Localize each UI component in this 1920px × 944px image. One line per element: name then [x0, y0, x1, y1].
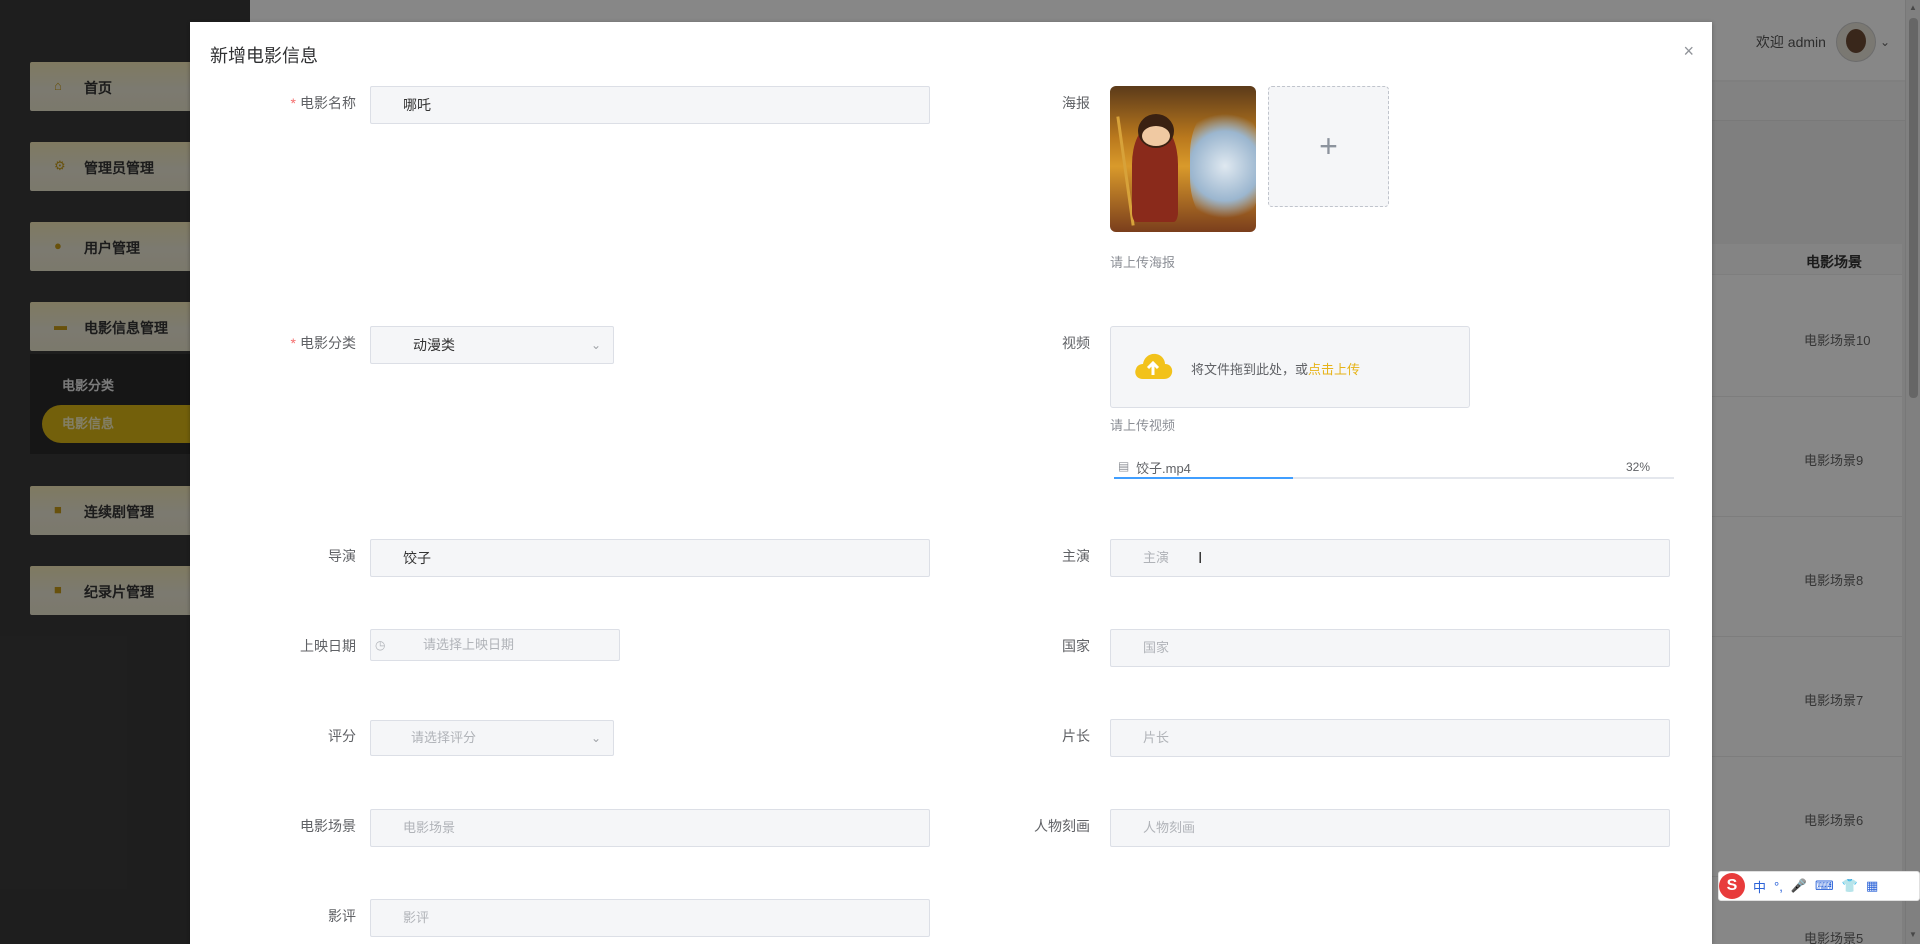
review-input[interactable]: 影评 — [370, 899, 930, 937]
scene-input[interactable]: 电影场景 — [370, 809, 930, 847]
actors-input[interactable]: 主演 — [1110, 539, 1670, 577]
chevron-down-icon: ⌄ — [590, 338, 601, 352]
country-input[interactable]: 国家 — [1110, 629, 1670, 667]
poster-hint: 请上传海报 — [1110, 255, 1176, 270]
rating-label: 评分 — [328, 728, 356, 744]
portrait-label: 人物刻画 — [1034, 818, 1090, 834]
upload-cloud-icon — [1135, 353, 1173, 379]
upload-file-item[interactable]: ▤ 饺子.mp4 32% — [1114, 456, 1674, 484]
rating-placeholder: 请选择评分 — [411, 730, 477, 745]
grid-icon[interactable]: ▦ — [1866, 878, 1878, 894]
director-input[interactable]: 饺子 — [370, 539, 930, 577]
duration-input[interactable]: 片长 — [1110, 719, 1670, 757]
poster-art — [1142, 126, 1170, 146]
ime-punct-toggle[interactable]: °, — [1774, 879, 1783, 894]
dialog-title: 新增电影信息 — [210, 46, 318, 66]
category-value: 动漫类 — [413, 337, 455, 353]
shirt-icon[interactable]: 👕 — [1842, 878, 1858, 894]
name-label: * 电影名称 — [236, 93, 356, 113]
upload-progress — [1114, 477, 1674, 479]
release-date-label: 上映日期 — [300, 638, 356, 654]
add-movie-dialog: 新增电影信息 × * 电影名称 哪吒 * 电影分类 动漫类 ⌄ 导演 饺子 上映日期… — [190, 22, 1712, 944]
microphone-icon[interactable]: 🎤 — [1791, 878, 1807, 894]
portrait-input[interactable]: 人物刻画 — [1110, 809, 1670, 847]
sogou-logo-icon[interactable]: S — [1719, 873, 1745, 899]
poster-thumbnail[interactable] — [1110, 86, 1256, 232]
video-label: 视频 — [1062, 335, 1090, 351]
movie-name-input[interactable]: 哪吒 — [370, 86, 930, 124]
required-mark: * — [290, 95, 296, 111]
required-mark: * — [290, 335, 296, 351]
video-upload-dropzone[interactable]: 将文件拖到此处，或点击上传 — [1110, 326, 1470, 408]
poster-art — [1190, 106, 1256, 226]
poster-label: 海报 — [1062, 95, 1090, 111]
document-icon: ▤ — [1118, 459, 1130, 473]
actors-label: 主演 — [1062, 548, 1090, 564]
rating-select[interactable]: 请选择评分 ⌄ — [370, 720, 614, 756]
close-icon[interactable]: × — [1683, 42, 1694, 60]
scene-label: 电影场景 — [300, 818, 356, 834]
release-date-picker[interactable]: ◷ 请选择上映日期 — [370, 629, 620, 661]
country-label: 国家 — [1062, 638, 1090, 654]
category-label: * 电影分类 — [236, 333, 356, 353]
file-name: 饺子.mp4 — [1136, 461, 1191, 476]
duration-label: 片长 — [1062, 728, 1090, 744]
name-label-text: 电影名称 — [300, 95, 356, 111]
poster-upload-button[interactable]: + — [1268, 86, 1389, 207]
ime-toolbar[interactable]: S 中 °, 🎤 ⌨ 👕 ▦ — [1718, 871, 1920, 901]
drop-text: 将文件拖到此处，或 — [1191, 362, 1309, 377]
director-label: 导演 — [328, 548, 356, 564]
review-label: 影评 — [328, 908, 356, 924]
plus-icon: + — [1319, 128, 1338, 164]
text-cursor-icon: I — [1198, 550, 1203, 567]
category-select[interactable]: 动漫类 ⌄ — [370, 326, 614, 364]
video-hint: 请上传视频 — [1110, 418, 1176, 433]
upload-percent: 32% — [1625, 460, 1650, 474]
category-label-text: 电影分类 — [300, 335, 356, 351]
click-upload-link[interactable]: 点击上传 — [1308, 362, 1360, 377]
ime-mode-toggle[interactable]: 中 — [1753, 877, 1766, 896]
clock-icon: ◷ — [375, 638, 386, 652]
chevron-down-icon: ⌄ — [590, 731, 601, 745]
upload-progress-bar — [1114, 477, 1294, 479]
dropzone-text: 将文件拖到此处，或点击上传 — [1191, 359, 1360, 378]
release-date-placeholder: 请选择上映日期 — [423, 637, 515, 652]
keyboard-icon[interactable]: ⌨ — [1815, 878, 1834, 894]
